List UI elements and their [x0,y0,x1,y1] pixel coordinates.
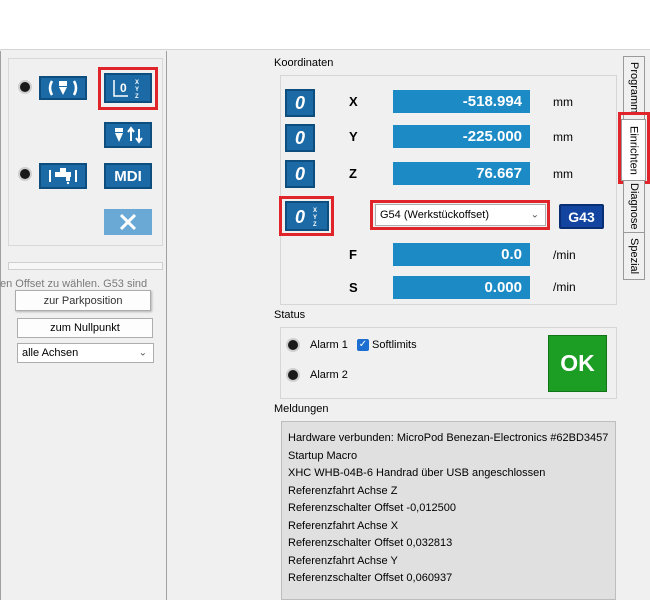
axis-x-label: X [349,94,358,109]
log-line: Referenzfahrt Achse Y [288,554,398,567]
spindle-tool-button[interactable] [39,76,87,100]
zero-all-axes-button[interactable]: 0 X Y Z [285,201,329,231]
svg-text:X: X [135,80,139,86]
park-position-button[interactable]: zur Parkposition [15,290,151,311]
mdi-label: MDI [114,167,142,185]
svg-text:X: X [313,208,317,214]
ok-label: OK [560,350,595,376]
spindle-unit: /min [553,280,576,294]
zero-z-button[interactable]: 0 [285,160,315,188]
zero-y-button[interactable]: 0 [285,124,315,152]
left-panel-border [0,51,1,600]
tab-diagnose-label: Diagnose [628,183,640,230]
zero-xyz-button[interactable]: 0 X Y Z [104,73,152,103]
zero-z-glyph: 0 [294,163,305,184]
highlight-tab-einrichten [618,112,650,184]
log-line: Startup Macro [288,449,358,462]
svg-text:0: 0 [120,81,127,95]
chevron-down-icon: ⌄ [138,347,147,359]
settings-tools-button[interactable] [104,209,152,235]
softlimits-label: Softlimits [372,339,417,351]
zero-x-glyph: 0 [294,92,305,113]
ok-status-button[interactable]: OK [548,335,607,392]
alarm1-label: Alarm 1 [310,339,348,351]
log-line: Referenzschalter Offset -0,012500 [288,502,456,514]
left-panel-separator [8,262,163,270]
work-offset-select[interactable]: G54 (Werkstückoffset) ⌄ [375,204,546,226]
tab-diagnose[interactable]: Diagnose [623,180,645,233]
meldungen-title: Meldungen [274,403,329,415]
log-line: Referenzfahrt Achse X [288,519,399,532]
log-line: Referenzschalter Offset 0,032813 [288,537,453,549]
tab-programm-label: Programm [628,62,640,114]
svg-text:Y: Y [313,215,317,221]
svg-text:0: 0 [295,207,305,227]
axes-select-value: alle Achsen [22,347,79,359]
log-line: Hardware verbunden: MicroPod Benezan-Ele… [288,432,609,444]
g43-label: G43 [568,208,595,225]
axis-x-unit: mm [553,95,573,109]
spindle-label: S [349,280,358,295]
axis-x-value: -518.994 [393,90,530,113]
wrench-screwdriver-icon [119,213,137,231]
feed-value: 0.0 [393,243,530,266]
work-offset-select-value: G54 (Werkstückoffset) [380,209,490,221]
tab-spezial-label: Spezial [628,237,640,275]
tab-spezial[interactable]: Spezial [623,232,645,280]
axis-y-unit: mm [553,130,573,144]
tab-programm[interactable]: Programm [623,56,645,120]
softlimits-checkbox[interactable]: ✓ [357,339,369,351]
go-to-zero-button[interactable]: zum Nullpunkt [17,318,153,338]
axis-z-label: Z [349,166,357,181]
spindle-value: 0.000 [393,276,530,299]
top-bar [0,0,650,50]
axis-y-label: Y [349,129,358,144]
zero-xyz-icon: 0 X Y Z [113,80,139,100]
axis-z-unit: mm [553,167,573,181]
left-panel-border-right [166,51,167,600]
axes-select[interactable]: alle Achsen ⌄ [17,343,154,363]
spindle-tool-icon [48,80,78,96]
tool-length-icon [115,126,143,144]
axis-y-value: -225.000 [393,125,530,148]
svg-text:Z: Z [135,94,139,100]
tool-length-button[interactable] [104,122,152,148]
log-line: Referenzfahrt Achse Z [288,484,398,497]
radio-spindle-mode[interactable] [20,82,30,92]
status-title: Status [274,309,306,321]
coolant-button[interactable] [39,163,87,189]
zero-all-axes-icon: 0 X Y Z [295,207,317,228]
feed-label: F [349,247,357,262]
radio-coolant-mode[interactable] [20,169,30,179]
log-line: XHC WHB-04B-6 Handrad über USB angeschlo… [288,467,546,479]
chevron-down-icon: ⌄ [530,209,539,221]
g43-button[interactable]: G43 [559,204,604,229]
zero-y-glyph: 0 [294,127,305,148]
alarm2-indicator [288,370,298,380]
coolant-tap-icon [49,168,77,185]
mdi-button[interactable]: MDI [104,163,152,189]
message-log[interactable]: Hardware verbunden: MicroPod Benezan-Ele… [281,421,616,600]
svg-text:Z: Z [313,222,317,228]
alarm2-label: Alarm 2 [310,369,348,381]
alarm1-indicator [288,340,298,350]
zero-x-button[interactable]: 0 [285,89,315,117]
log-line: Referenzschalter Offset 0,060937 [288,572,453,584]
koordinaten-title: Koordinaten [274,57,334,69]
feed-unit: /min [553,248,576,262]
svg-text:Y: Y [135,87,139,93]
axis-z-value: 76.667 [393,162,530,185]
